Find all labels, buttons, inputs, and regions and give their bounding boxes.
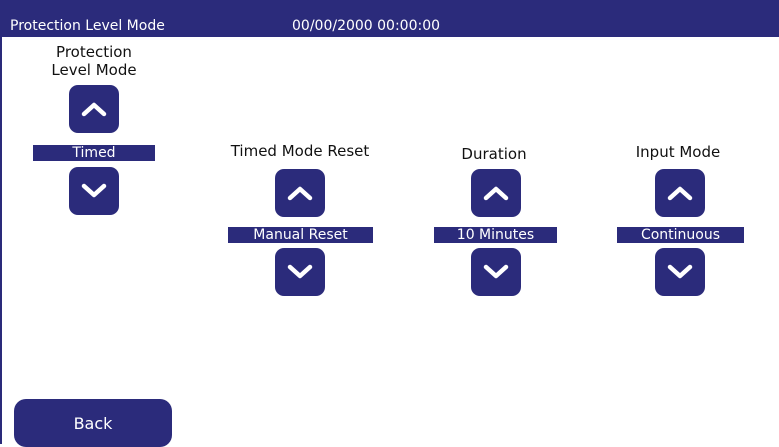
page-title: Protection Level Mode [10, 18, 165, 34]
chevron-up-icon [483, 186, 509, 201]
datetime-display: 00/00/2000 00:00:00 [292, 18, 441, 34]
protection-level-mode-label-line1: Protection [56, 43, 132, 61]
duration-label: Duration [461, 145, 527, 163]
back-button-label: Back [73, 413, 113, 433]
timed-mode-reset-up-button[interactable] [275, 169, 325, 217]
back-button[interactable]: Back [14, 399, 172, 447]
protection-level-mode-up-button[interactable] [69, 85, 119, 133]
protection-level-mode-label: Protection Level Mode [34, 43, 154, 79]
input-mode-down-button[interactable] [655, 248, 705, 296]
left-border [0, 0, 2, 444]
timed-mode-reset-down-button[interactable] [275, 248, 325, 296]
chevron-down-icon [667, 264, 693, 279]
input-mode-label: Input Mode [635, 143, 721, 161]
duration-down-button[interactable] [471, 248, 521, 296]
title-bar: Protection Level Mode 00/00/2000 00:00:0… [0, 0, 779, 37]
chevron-down-icon [81, 183, 107, 198]
protection-level-mode-label-line2: Level Mode [51, 61, 137, 79]
duration-up-button[interactable] [471, 169, 521, 217]
chevron-up-icon [667, 186, 693, 201]
input-mode-value: Continuous [617, 227, 744, 243]
chevron-up-icon [81, 102, 107, 117]
chevron-up-icon [287, 186, 313, 201]
protection-level-mode-value: Timed [33, 145, 155, 161]
chevron-down-icon [287, 264, 313, 279]
chevron-down-icon [483, 264, 509, 279]
input-mode-up-button[interactable] [655, 169, 705, 217]
duration-value: 10 Minutes [434, 227, 557, 243]
protection-level-mode-down-button[interactable] [69, 167, 119, 215]
timed-mode-reset-value: Manual Reset [228, 227, 373, 243]
timed-mode-reset-label: Timed Mode Reset [230, 142, 370, 160]
